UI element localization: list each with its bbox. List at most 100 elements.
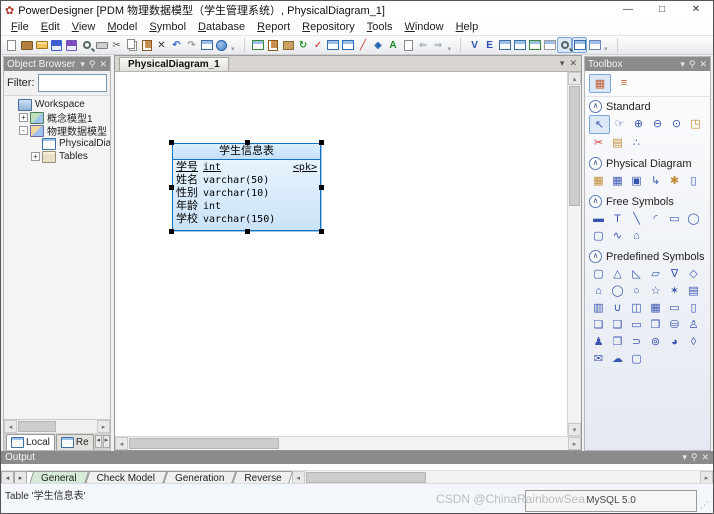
diagram-canvas[interactable]: 学生信息表 学号int<pk>姓名varchar(50)性别varchar(10… <box>115 72 567 436</box>
sym-trapezoid-icon[interactable]: ∇ <box>665 265 684 282</box>
scroll-left-icon[interactable]: ◂ <box>4 420 17 433</box>
maximize-button[interactable]: □ <box>645 1 679 19</box>
show-notes-button[interactable] <box>572 37 587 53</box>
tab-menu-icon[interactable]: ▾ <box>560 58 565 69</box>
delete-button[interactable]: ✕ <box>154 37 169 53</box>
polygon-tool-icon[interactable]: ⌂ <box>627 227 646 244</box>
filter-input[interactable] <box>38 74 108 92</box>
scroll-up-icon[interactable]: ▴ <box>568 72 581 85</box>
sym-cube-2-icon[interactable]: ❒ <box>646 316 665 333</box>
tab-close-icon[interactable]: ✕ <box>569 58 577 69</box>
pin-icon[interactable]: ⚲ <box>89 59 96 70</box>
print-button[interactable] <box>94 37 109 53</box>
menu-tools[interactable]: Tools <box>361 20 399 34</box>
section-header-physical-diagram[interactable]: ∧Physical Diagram <box>585 154 710 171</box>
text-tool-icon[interactable]: T <box>608 210 627 227</box>
generate-database-button[interactable] <box>251 37 266 53</box>
panel-close-icon[interactable]: ✕ <box>699 59 707 70</box>
back-button[interactable]: ⇐ <box>416 37 431 53</box>
resize-grip[interactable]: ⋰ <box>700 500 709 511</box>
grid-window-button[interactable] <box>587 37 602 53</box>
object-browser-hscrollbar[interactable]: ◂ ▸ <box>4 419 110 433</box>
scroll-right-icon[interactable]: ▸ <box>568 437 581 450</box>
sym-document-icon[interactable]: ▯ <box>684 299 703 316</box>
section-header-predefined-symbols[interactable]: ∧Predefined Symbols <box>585 247 710 264</box>
open-workspace-button[interactable] <box>19 37 34 53</box>
sym-rounded-rect-icon[interactable]: ▢ <box>589 265 608 282</box>
rectangle-tool-icon[interactable]: ▭ <box>665 210 684 227</box>
section-header-standard[interactable]: ∧Standard <box>585 97 710 114</box>
resize-handle[interactable] <box>169 185 174 190</box>
resize-handle[interactable] <box>169 140 174 145</box>
auto-refresh-button[interactable] <box>527 37 542 53</box>
section-header-free-symbols[interactable]: ∧Free Symbols <box>585 192 710 209</box>
tree-pdm[interactable]: -物理数据模型（ <box>4 124 110 137</box>
collapse-icon[interactable]: ∧ <box>589 157 602 170</box>
zoom-area-tool-icon[interactable]: ⊙ <box>667 115 686 132</box>
tab-local[interactable]: Local <box>6 434 55 450</box>
sym-cloud-icon[interactable]: ☁ <box>608 350 627 367</box>
package-tool-icon[interactable]: ▦ <box>589 172 608 189</box>
print-preview-button[interactable] <box>79 37 94 53</box>
scroll-left-icon[interactable]: ◂ <box>115 437 128 450</box>
procedure-tool-icon[interactable]: ✱ <box>665 172 684 189</box>
resize-handle[interactable] <box>319 229 324 234</box>
view-tool-icon[interactable]: ▣ <box>627 172 646 189</box>
menu-model[interactable]: Model <box>101 20 143 34</box>
reference-tool-icon[interactable]: ↳ <box>646 172 665 189</box>
menu-help[interactable]: Help <box>450 20 485 34</box>
paste-button[interactable] <box>139 37 154 53</box>
entity-column-row[interactable]: 学号int<pk> <box>176 161 317 174</box>
resize-handle[interactable] <box>245 140 250 145</box>
sym-cube-icon[interactable]: ❑ <box>608 316 627 333</box>
file-tool-icon[interactable]: ▯ <box>684 172 703 189</box>
tab-repository[interactable]: Re <box>56 434 94 450</box>
sym-drawer-icon[interactable]: ▤ <box>684 282 703 299</box>
arc-tool-icon[interactable]: ◜ <box>646 210 665 227</box>
panel-menu-icon[interactable]: ▾ <box>680 59 685 70</box>
sym-diamond-icon[interactable]: ◇ <box>684 265 703 282</box>
properties-button[interactable] <box>199 37 214 53</box>
line-tool-icon[interactable]: ╲ <box>627 210 646 227</box>
pin-icon[interactable]: ⚲ <box>689 59 696 70</box>
paste-special-button[interactable] <box>266 37 281 53</box>
toolbox-grid-view[interactable]: ▦ <box>589 74 611 93</box>
open-diagram-tool-icon[interactable]: ◳ <box>686 115 705 132</box>
note-tool-icon[interactable]: ▤ <box>608 134 627 151</box>
sym-star6-icon[interactable]: ✶ <box>665 282 684 299</box>
table-tool-icon[interactable]: ▦ <box>608 172 627 189</box>
panel-close-icon[interactable]: ✕ <box>99 59 107 70</box>
entity-column-row[interactable]: 年龄int <box>176 200 317 213</box>
undo-button[interactable]: ↶ <box>169 37 184 53</box>
save-all-button[interactable] <box>64 37 79 53</box>
canvas-vscrollbar[interactable]: ▴ ▾ <box>567 72 581 436</box>
sym-envelope-icon[interactable]: ✉ <box>589 350 608 367</box>
sym-person-dark-icon[interactable]: ♟ <box>589 333 608 350</box>
resize-handle[interactable] <box>245 229 250 234</box>
zoom-out-tool-icon[interactable]: ⊖ <box>648 115 667 132</box>
menu-file[interactable]: File <box>5 20 35 34</box>
copy-button[interactable] <box>124 37 139 53</box>
panel-menu-icon[interactable]: ▾ <box>682 452 687 463</box>
check-model-button[interactable]: ✓ <box>311 37 326 53</box>
sym-folder-icon[interactable]: ▭ <box>665 299 684 316</box>
sym-window-h-icon[interactable]: ▦ <box>646 299 665 316</box>
pencil-button[interactable]: ╱ <box>356 37 371 53</box>
tab-prev-icon[interactable]: ◂ <box>95 435 102 448</box>
panel-menu-icon[interactable]: ▾ <box>80 59 85 70</box>
entity-column-row[interactable]: 性别varchar(10) <box>176 187 317 200</box>
forward-button[interactable]: ⇒ <box>431 37 446 53</box>
resize-handle[interactable] <box>169 229 174 234</box>
sym-window-v-icon[interactable]: ◫ <box>627 299 646 316</box>
sym-circle-icon[interactable]: ○ <box>627 282 646 299</box>
sym-pointer-shape-icon[interactable]: ⊃ <box>627 333 646 350</box>
tab-next-icon[interactable]: ▸ <box>103 435 110 448</box>
canvas-hscrollbar[interactable]: ◂ ▸ <box>115 436 581 450</box>
scroll-right-icon[interactable]: ▸ <box>97 420 110 433</box>
sym-rect-3d-icon[interactable]: ▥ <box>589 299 608 316</box>
pointer-tool-icon[interactable]: ↖ <box>589 115 610 134</box>
page-flip-button[interactable] <box>401 37 416 53</box>
font-color-button[interactable]: A <box>386 37 401 53</box>
redo-button[interactable]: ↷ <box>184 37 199 53</box>
tree-tables[interactable]: +Tables <box>4 150 110 163</box>
